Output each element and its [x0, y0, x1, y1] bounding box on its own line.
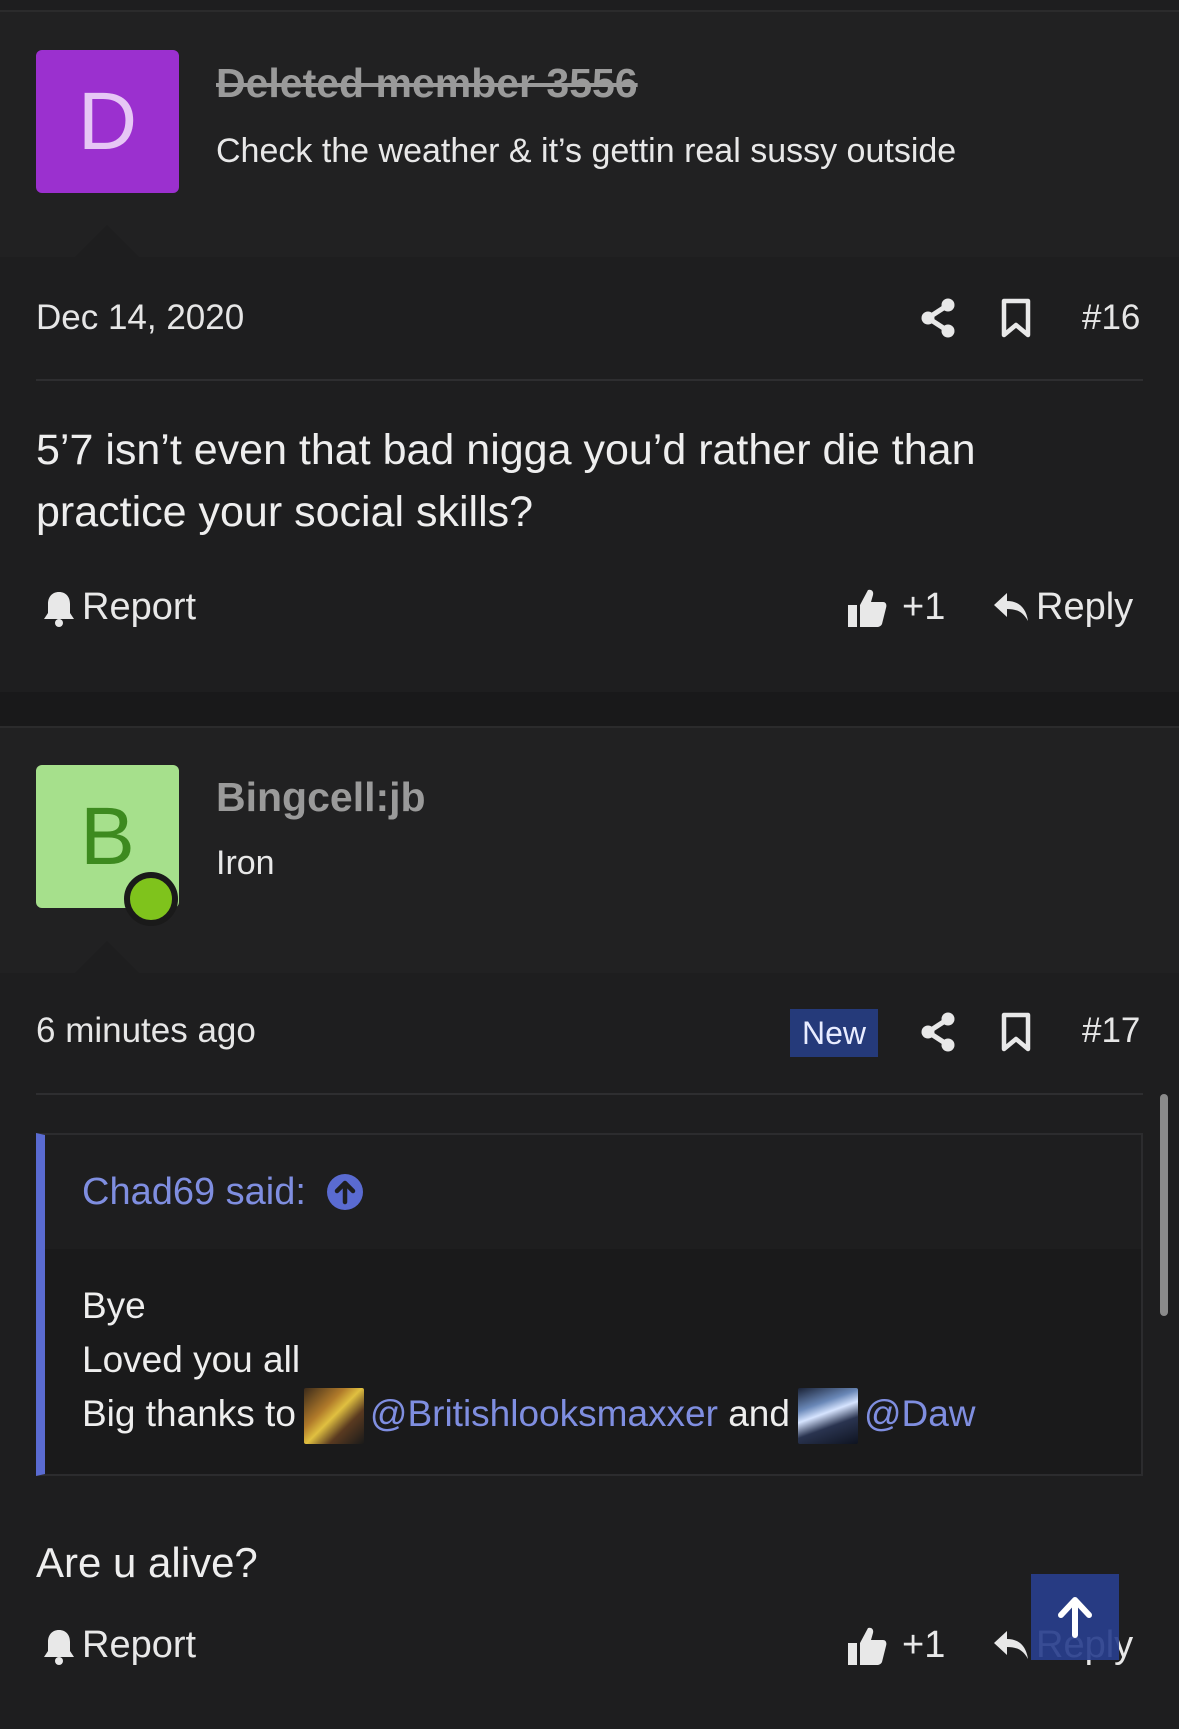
- report-button[interactable]: Report: [42, 586, 196, 629]
- post-number[interactable]: #16: [1082, 298, 1140, 338]
- quote-line: Big thanks to @Britishlooksmaxxer and @Daw: [82, 1387, 1141, 1445]
- reply-button[interactable]: Reply: [992, 586, 1133, 629]
- post-body: 5’7 isn’t even that bad nigga you’d rath…: [36, 426, 976, 536]
- quote-text: and: [728, 1393, 790, 1434]
- thumbs-up-icon: [848, 589, 887, 627]
- arrow-up-circle-icon[interactable]: [326, 1173, 364, 1211]
- mention-link[interactable]: @Daw: [864, 1393, 976, 1434]
- username: Deleted member 3556: [216, 60, 638, 106]
- post-17: B Bingcell:jb Iron 6 minutes ago New #17…: [0, 726, 1179, 1729]
- post-date[interactable]: 6 minutes ago: [36, 1011, 256, 1051]
- quote-line: Loved you all: [82, 1339, 301, 1380]
- divider: [36, 379, 1143, 381]
- back-to-top-button[interactable]: [1031, 1574, 1119, 1660]
- quote-text: Big thanks to: [82, 1393, 296, 1434]
- online-status-indicator: [124, 872, 178, 926]
- quote-line: Bye: [82, 1285, 146, 1326]
- report-label: Report: [82, 586, 197, 628]
- quote-body: Bye Loved you all Big thanks to @Britishl…: [45, 1249, 1141, 1475]
- bell-icon: [44, 591, 74, 627]
- avatar-letter: B: [80, 790, 135, 882]
- arrow-up-icon: [1058, 1597, 1092, 1638]
- username[interactable]: Bingcell:jb: [216, 774, 426, 821]
- quote-block: Chad69 said: Bye Loved you all Big thank…: [36, 1133, 1143, 1477]
- like-button[interactable]: +1: [846, 1624, 945, 1667]
- user-row: B Bingcell:jb Iron: [0, 728, 1179, 973]
- mention-avatar: [797, 1388, 858, 1445]
- bell-icon: [44, 1629, 74, 1665]
- divider: [36, 1093, 1143, 1095]
- message-pointer: [75, 941, 139, 973]
- avatar-letter: D: [77, 75, 138, 167]
- mention-avatar: [303, 1388, 364, 1445]
- post-number[interactable]: #17: [1082, 1011, 1140, 1051]
- reply-icon: [994, 1630, 1028, 1659]
- reply-label: Reply: [1036, 586, 1134, 628]
- quote-header: Chad69 said:: [45, 1135, 1141, 1249]
- quote-author[interactable]: Chad69 said:: [82, 1171, 306, 1214]
- like-count: +1: [902, 586, 946, 628]
- user-row: D Deleted member 3556 Check the weather …: [0, 12, 1179, 257]
- post-separator: [0, 692, 1179, 726]
- post-date[interactable]: Dec 14, 2020: [36, 298, 244, 338]
- reply-icon: [994, 592, 1028, 621]
- report-label: Report: [82, 1624, 197, 1666]
- like-count: +1: [902, 1624, 946, 1666]
- thread-page: D Deleted member 3556 Check the weather …: [0, 0, 1179, 1729]
- new-badge: New: [790, 1009, 879, 1057]
- post-16: D Deleted member 3556 Check the weather …: [0, 10, 1179, 692]
- thumbs-up-icon: [848, 1627, 887, 1665]
- bookmark-icon[interactable]: [992, 294, 1040, 342]
- user-title: Iron: [216, 844, 275, 882]
- mention-link[interactable]: @Britishlooksmaxxer: [370, 1393, 718, 1434]
- scrollbar[interactable]: [1160, 1094, 1168, 1316]
- like-button[interactable]: +1: [846, 586, 945, 629]
- share-icon[interactable]: [914, 1008, 962, 1056]
- bookmark-icon[interactable]: [992, 1008, 1040, 1056]
- post-body: Are u alive?: [36, 1539, 258, 1586]
- message-pointer: [75, 225, 139, 257]
- report-button[interactable]: Report: [42, 1624, 196, 1667]
- user-title: Check the weather & it’s gettin real sus…: [216, 132, 957, 170]
- avatar[interactable]: D: [36, 50, 179, 193]
- share-icon[interactable]: [914, 294, 962, 342]
